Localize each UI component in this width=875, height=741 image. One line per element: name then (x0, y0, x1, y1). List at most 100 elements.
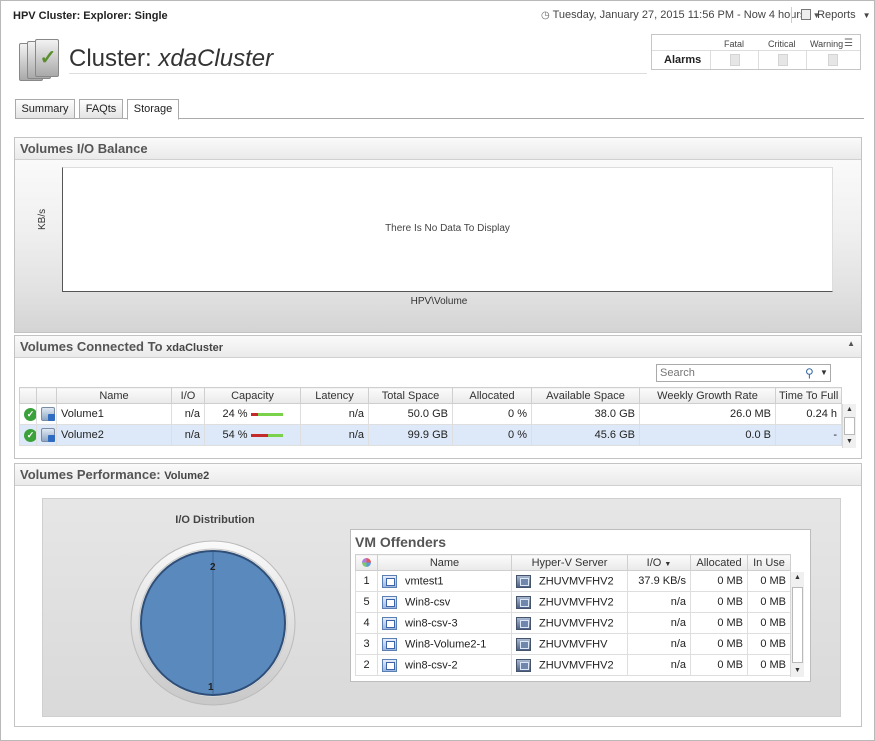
column-header-name[interactable]: Name (56, 387, 172, 404)
chart-y-axis-label: KB/s (37, 208, 48, 230)
volume-latency: n/a (300, 403, 369, 425)
vm-in-use: 0 MB (747, 633, 791, 655)
type-column-header[interactable] (36, 387, 57, 404)
vm-server-cell[interactable]: ZHUVMVFHV (511, 633, 628, 655)
volume-icon (41, 407, 55, 421)
io-balance-panel: Volumes I/O Balance There Is No Data To … (14, 137, 862, 333)
vm-rank: 1 (355, 570, 378, 592)
volumes-scrollbar[interactable]: ▲ ▼ (842, 404, 856, 448)
collapse-icon[interactable]: ▲ (847, 339, 855, 348)
table-row[interactable]: ✓ Volume2 n/a 54 % n/a 99.9 GB 0 % 45.6 … (19, 424, 842, 446)
chevron-down-icon[interactable]: ▼ (820, 368, 828, 377)
search-input[interactable] (660, 366, 800, 380)
table-row[interactable]: 1 vmtest1 ZHUVMVFHV2 37.9 KB/s 0 MB 0 MB (355, 570, 791, 592)
vm-io: 37.9 KB/s (627, 570, 691, 592)
table-header-row: Name I/O Capacity Latency Total Space Al… (19, 387, 842, 404)
vm-name: win8-csv-3 (405, 616, 458, 629)
scroll-up-icon[interactable]: ▲ (843, 404, 856, 416)
vm-name-cell[interactable]: Win8-csv (377, 591, 512, 613)
column-header-time-to-full[interactable]: Time To Full (775, 387, 842, 404)
column-header-in-use[interactable]: In Use (747, 554, 791, 571)
scroll-up-icon[interactable]: ▲ (791, 572, 804, 584)
cluster-icon: ✓ (17, 39, 63, 83)
column-header-io[interactable]: I/O (171, 387, 205, 404)
scroll-thumb[interactable] (792, 587, 803, 663)
volumes-table: Name I/O Capacity Latency Total Space Al… (19, 387, 842, 446)
volume-time-to-full: - (775, 424, 842, 446)
vm-name: Win8-Volume2-1 (405, 637, 487, 650)
vm-server: ZHUVMVFHV2 (539, 616, 614, 629)
column-header-allocated[interactable]: Allocated (452, 387, 532, 404)
volume-available-space: 38.0 GB (531, 403, 640, 425)
column-header-name[interactable]: Name (377, 554, 512, 571)
time-range-selector[interactable]: ◷ Tuesday, January 27, 2015 11:56 PM - N… (541, 9, 821, 21)
column-menu-icon[interactable]: ☰ (844, 38, 853, 49)
critical-count[interactable] (778, 54, 788, 66)
volume-allocated: 0 % (452, 403, 532, 425)
vm-server-cell[interactable]: ZHUVMVFHV2 (511, 612, 628, 634)
table-row[interactable]: 2 win8-csv-2 ZHUVMVFHV2 n/a 0 MB 0 MB (355, 654, 791, 676)
color-legend-icon (362, 558, 371, 568)
column-header-hyperv-server[interactable]: Hyper-V Server (511, 554, 628, 571)
vm-name-cell[interactable]: win8-csv-3 (377, 612, 512, 634)
search-box[interactable]: ⚲ ▼ (656, 364, 831, 382)
sort-desc-icon: ▼ (664, 560, 672, 568)
alarms-summary[interactable]: Fatal Critical Warning ☰ Alarms (651, 34, 861, 70)
column-header-available-space[interactable]: Available Space (531, 387, 640, 404)
volume-allocated: 0 % (452, 424, 532, 446)
table-row[interactable]: 4 win8-csv-3 ZHUVMVFHV2 n/a 0 MB 0 MB (355, 612, 791, 634)
column-header-capacity[interactable]: Capacity (204, 387, 301, 404)
table-row[interactable]: 5 Win8-csv ZHUVMVFHV2 n/a 0 MB 0 MB (355, 591, 791, 613)
table-header-row: Name Hyper-V Server I/O ▼ Allocated In U… (355, 554, 791, 571)
vm-io: n/a (627, 633, 691, 655)
scroll-down-icon[interactable]: ▼ (791, 665, 804, 677)
page-title: Cluster: xdaCluster (69, 45, 273, 73)
vm-rank: 3 (355, 633, 378, 655)
column-header-color[interactable] (355, 554, 378, 571)
vm-server-cell[interactable]: ZHUVMVFHV2 (511, 570, 628, 592)
vm-server-cell[interactable]: ZHUVMVFHV2 (511, 591, 628, 613)
volume-latency: n/a (300, 424, 369, 446)
vm-name-cell[interactable]: Win8-Volume2-1 (377, 633, 512, 655)
volume-name[interactable]: Volume1 (56, 403, 172, 425)
column-header-io[interactable]: I/O ▼ (627, 554, 691, 571)
vm-server: ZHUVMVFHV2 (539, 658, 614, 671)
column-header-allocated[interactable]: Allocated (690, 554, 748, 571)
vm-name-cell[interactable]: vmtest1 (377, 570, 512, 592)
status-column-header[interactable] (19, 387, 37, 404)
fatal-count[interactable] (730, 54, 740, 66)
search-icon[interactable]: ⚲ (805, 366, 819, 380)
table-row[interactable]: ✓ Volume1 n/a 24 % n/a 50.0 GB 0 % 38.0 … (19, 403, 842, 425)
scroll-down-icon[interactable]: ▼ (843, 436, 856, 448)
tab-faqts[interactable]: FAQts (79, 99, 123, 119)
hyperv-server-icon (516, 574, 531, 588)
tab-storage[interactable]: Storage (127, 99, 179, 120)
column-header-total-space[interactable]: Total Space (368, 387, 453, 404)
divider (69, 73, 647, 74)
chevron-down-icon: ▼ (862, 11, 871, 20)
scroll-thumb[interactable] (844, 417, 855, 435)
vm-offenders-table: Name Hyper-V Server I/O ▼ Allocated In U… (355, 554, 791, 676)
vm-name-cell[interactable]: win8-csv-2 (377, 654, 512, 676)
volume-name[interactable]: Volume2 (56, 424, 172, 446)
cluster-name: xdaCluster (158, 45, 274, 72)
vm-allocated: 0 MB (690, 570, 748, 592)
vm-in-use: 0 MB (747, 654, 791, 676)
alarm-header-critical: Critical (768, 39, 796, 49)
io-distribution-chart: 2 1 (130, 540, 296, 706)
volume-total-space: 99.9 GB (368, 424, 453, 446)
alarms-label: Alarms (664, 54, 702, 66)
vm-allocated: 0 MB (690, 591, 748, 613)
tab-summary[interactable]: Summary (15, 99, 75, 119)
vm-offenders-scrollbar[interactable]: ▲ ▼ (790, 572, 804, 677)
column-header-latency[interactable]: Latency (300, 387, 369, 404)
column-header-weekly-growth[interactable]: Weekly Growth Rate (639, 387, 776, 404)
hyperv-server-icon (516, 658, 531, 672)
panel-title: Volumes Performance: Volume2 (20, 467, 209, 482)
table-row[interactable]: 3 Win8-Volume2-1 ZHUVMVFHV n/a 0 MB 0 MB (355, 633, 791, 655)
vm-server: ZHUVMVFHV2 (539, 574, 614, 587)
warning-count[interactable] (828, 54, 838, 66)
reports-menu[interactable]: Reports ▼ (801, 9, 871, 21)
vm-server-cell[interactable]: ZHUVMVFHV2 (511, 654, 628, 676)
vm-name: win8-csv-2 (405, 658, 458, 671)
